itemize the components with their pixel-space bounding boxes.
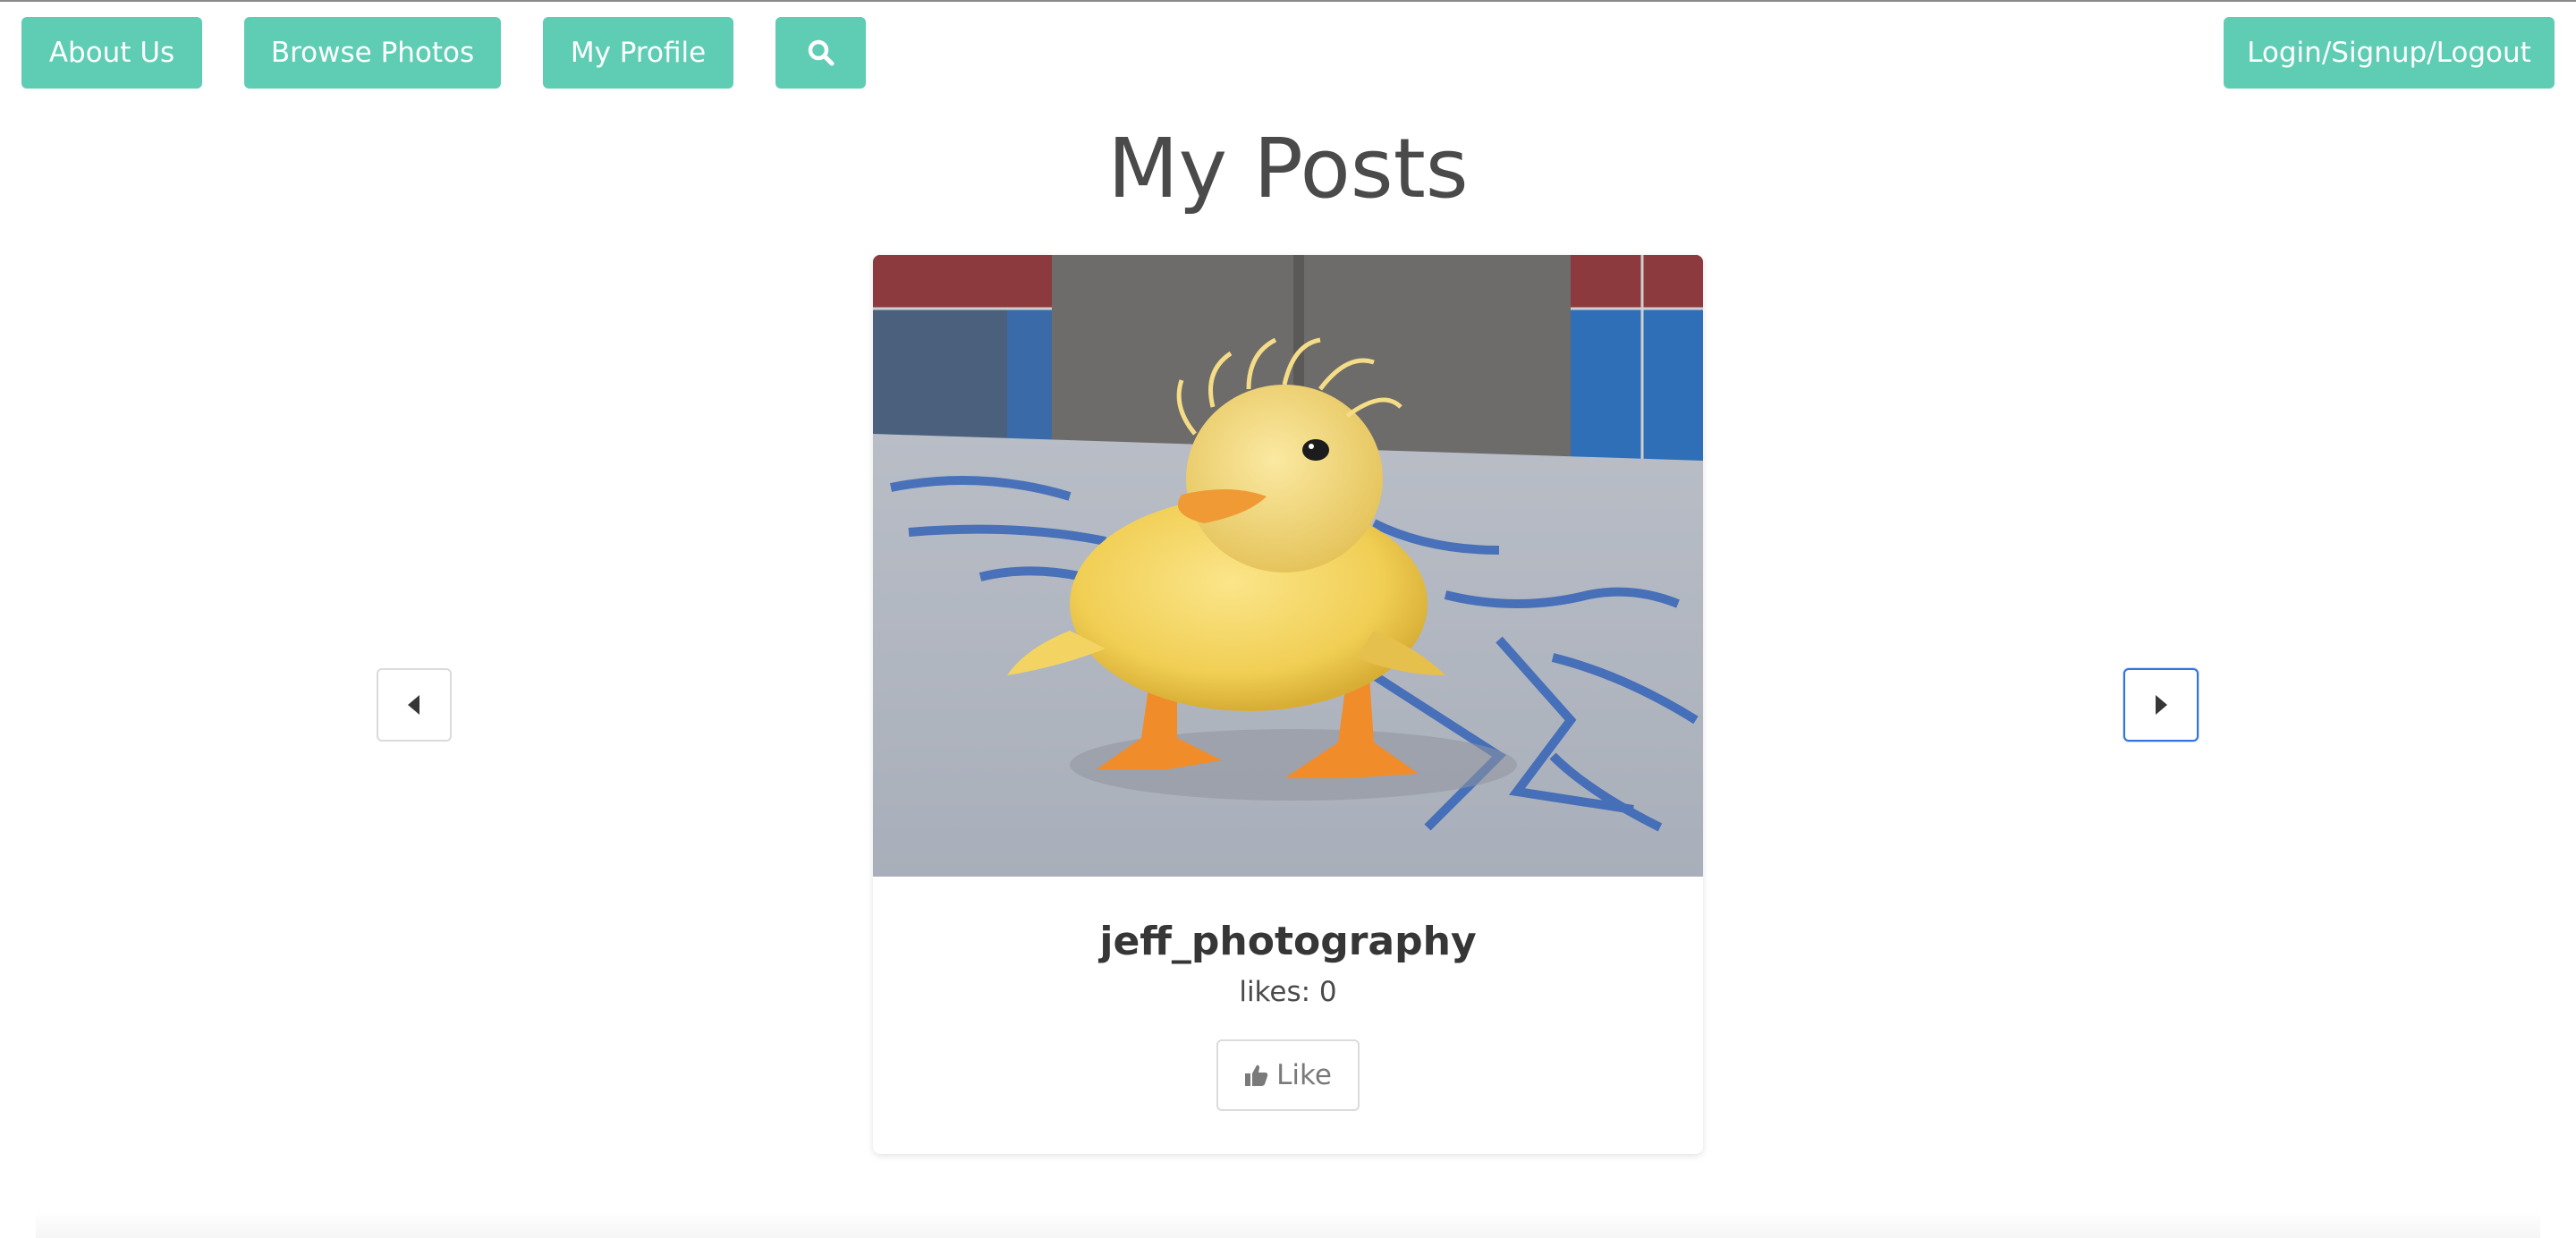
caret-left-icon (408, 695, 419, 715)
post-photo[interactable] (873, 255, 1703, 877)
about-us-button[interactable]: About Us (21, 17, 202, 89)
caret-right-icon (2156, 695, 2167, 715)
thumbs-up-icon (1245, 1064, 1268, 1086)
post-likes-count: likes: 0 (1239, 976, 1337, 1008)
login-signup-logout-button[interactable]: Login/Signup/Logout (2224, 17, 2555, 89)
duckling-photo (873, 255, 1703, 877)
page-title: My Posts (1107, 121, 1469, 216)
post-username[interactable]: jeff_photography (873, 919, 1703, 964)
my-profile-button[interactable]: My Profile (543, 17, 733, 89)
footer-shadow (36, 1211, 2540, 1238)
search-button[interactable] (775, 17, 866, 89)
browse-photos-button[interactable]: Browse Photos (244, 17, 501, 89)
post-card: jeff_photography likes: 0 Like (873, 255, 1703, 1154)
like-button[interactable]: Like (1216, 1039, 1360, 1111)
search-icon (808, 39, 834, 66)
like-button-label: Like (1276, 1059, 1332, 1091)
next-post-button[interactable] (2123, 668, 2199, 742)
previous-post-button[interactable] (377, 668, 452, 742)
